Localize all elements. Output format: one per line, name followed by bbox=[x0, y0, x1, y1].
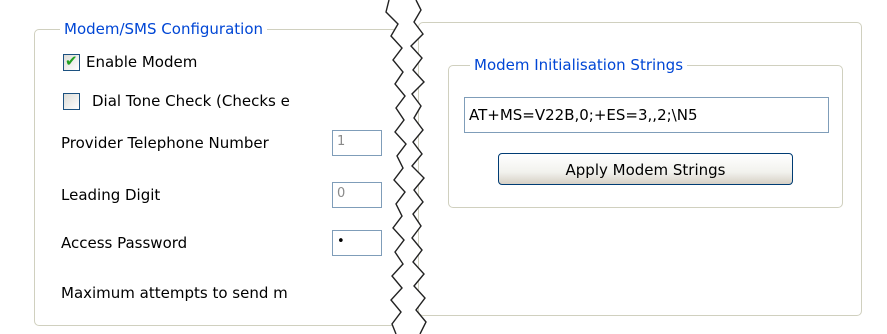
modem-init-groupbox bbox=[448, 65, 843, 208]
modem-sms-groupbox bbox=[34, 29, 454, 326]
check-icon: ✔ bbox=[65, 52, 78, 70]
left-panel: Modem/SMS Configuration ✔ Enable Modem D… bbox=[0, 0, 454, 334]
dial-tone-check-checkbox[interactable] bbox=[63, 93, 80, 110]
leading-digit-label: Leading Digit bbox=[61, 186, 161, 204]
access-password-label: Access Password bbox=[61, 234, 188, 252]
modem-sms-legend: Modem/SMS Configuration bbox=[60, 20, 268, 38]
dial-tone-check-label: Dial Tone Check (Checks e bbox=[92, 92, 290, 110]
access-password-input[interactable]: • bbox=[332, 230, 382, 256]
modem-init-string-input[interactable] bbox=[464, 97, 829, 133]
provider-telephone-number-label: Provider Telephone Number bbox=[61, 134, 269, 152]
max-attempts-label: Maximum attempts to send m bbox=[61, 284, 288, 302]
modem-init-legend: Modem Initialisation Strings bbox=[470, 56, 688, 74]
enable-modem-checkbox[interactable]: ✔ bbox=[63, 52, 80, 71]
leading-digit-input[interactable]: 0 bbox=[332, 182, 382, 208]
apply-modem-strings-button[interactable]: Apply Modem Strings bbox=[498, 153, 793, 185]
enable-modem-label: Enable Modem bbox=[86, 53, 198, 71]
provider-telephone-number-input[interactable]: 1 bbox=[332, 130, 382, 156]
